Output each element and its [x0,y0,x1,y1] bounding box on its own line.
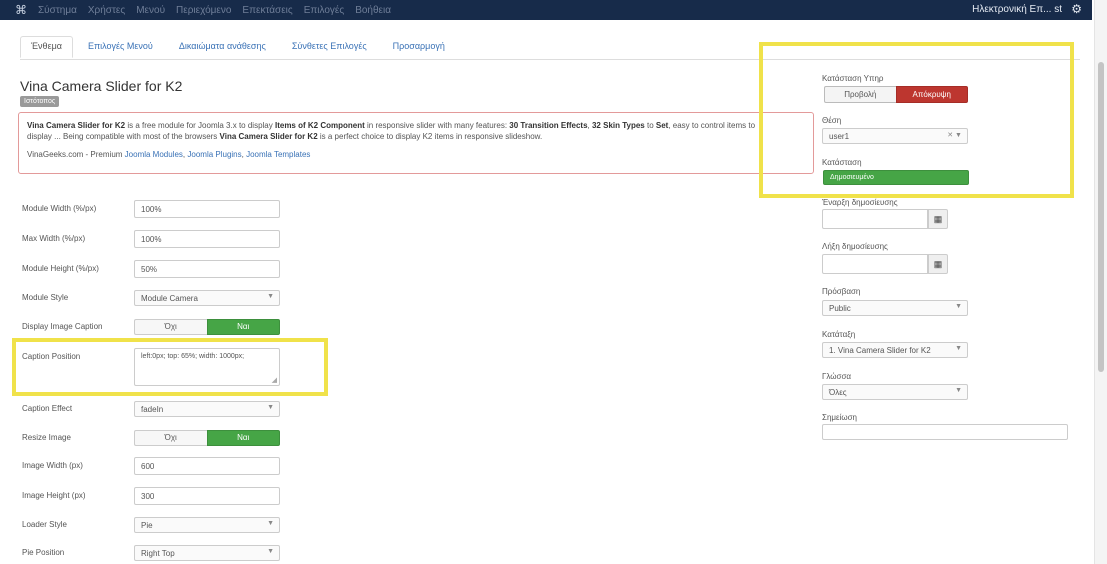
max-width-label: Max Width (%/px) [22,234,86,243]
image-width-label: Image Width (px) [22,461,83,470]
tab-module[interactable]: Ένθεμα [20,36,73,58]
tab-menu-options[interactable]: Επιλογές Μενού [77,36,164,58]
description-box: Vina Camera Slider for K2 is a free modu… [18,112,814,174]
menu-menus[interactable]: Μενού [136,5,165,16]
module-style-select[interactable]: Module Camera ▼ [134,290,280,306]
display-caption-toggle[interactable]: Όχι Ναι [134,319,280,335]
resize-image-toggle[interactable]: Όχι Ναι [134,430,280,446]
tab-assignment[interactable]: Δικαιώματα ανάθεσης [168,36,277,58]
chevron-down-icon: ▼ [267,404,274,411]
menu-extensions[interactable]: Επεκτάσεις [242,5,292,16]
chevron-down-icon: ▼ [955,303,962,310]
loader-style-select[interactable]: Pie ▼ [134,517,280,533]
chevron-down-icon: ▼ [955,345,962,352]
publish-start-input[interactable] [822,209,928,229]
menu-help[interactable]: Βοήθεια [355,5,391,16]
user-menu[interactable]: Ηλεκτρονική Επ... st [972,4,1062,15]
link-joomla-templates[interactable]: Joomla Templates [246,150,310,159]
caption-effect-label: Caption Effect [22,404,73,413]
resize-image-yes[interactable]: Ναι [206,430,280,446]
vinageeks-links: VinaGeeks.com - Premium Joomla Modules, … [27,150,311,159]
ordering-label: Κατάταξη [822,330,856,339]
loader-style-label: Loader Style [22,520,67,529]
page-title: Vina Camera Slider for K2 [20,78,183,94]
menu-content[interactable]: Περιεχόμενο [176,5,231,16]
chevron-down-icon: ▼ [267,520,274,527]
menu-options[interactable]: Επιλογές [304,5,344,16]
calendar-icon[interactable]: ▦ [928,254,948,274]
resize-image-label: Resize Image [22,433,71,442]
description-line-1: Vina Camera Slider for K2 is a free modu… [27,121,756,130]
highlight-box-right [759,42,1074,198]
display-caption-yes[interactable]: Ναι [206,319,280,335]
calendar-icon[interactable]: ▦ [928,209,948,229]
module-style-label: Module Style [22,293,69,302]
publish-finish-input[interactable] [822,254,928,274]
image-height-input[interactable]: 300 [134,487,280,505]
menu-system[interactable]: Σύστημα [38,5,77,16]
access-select[interactable]: Public ▼ [822,300,968,316]
link-joomla-modules[interactable]: Joomla Modules [125,150,183,159]
menu-users[interactable]: Χρήστες [88,5,125,16]
site-badge: Ιστότοπος [20,96,60,107]
top-navbar: ⌘ Σύστημα Χρήστες Μενού Περιεχόμενο Επεκ… [0,0,1092,20]
access-label: Πρόσβαση [822,287,861,296]
tab-customize[interactable]: Προσαρμογή [382,36,456,58]
highlight-box-caption [12,338,328,396]
publish-finish-label: Λήξη δημοσίευσης [822,242,888,251]
note-label: Σημείωση [822,413,857,422]
language-label: Γλώσσα [822,372,852,381]
note-input[interactable] [822,424,1068,440]
module-width-label: Module Width (%/px) [22,204,97,213]
module-height-label: Module Height (%/px) [22,264,99,273]
image-height-label: Image Height (px) [22,491,86,500]
pie-position-select[interactable]: Right Top ▼ [134,545,280,561]
scrollbar-thumb[interactable] [1098,62,1104,372]
module-width-input[interactable]: 100% [134,200,280,218]
chevron-down-icon: ▼ [955,387,962,394]
display-caption-no[interactable]: Όχι [134,319,207,335]
image-width-input[interactable]: 600 [134,457,280,475]
top-menu: Σύστημα Χρήστες Μενού Περιεχόμενο Επεκτά… [38,0,391,20]
joomla-icon[interactable]: ⌘ [14,3,28,17]
gear-icon[interactable]: ⚙ [1071,2,1082,16]
caption-effect-select[interactable]: fadeIn ▼ [134,401,280,417]
module-height-input[interactable]: 50% [134,260,280,278]
chevron-down-icon: ▼ [267,548,274,555]
max-width-input[interactable]: 100% [134,230,280,248]
resize-image-no[interactable]: Όχι [134,430,207,446]
link-joomla-plugins[interactable]: Joomla Plugins [187,150,241,159]
tab-advanced[interactable]: Σύνθετες Επιλογές [281,36,378,58]
description-line-2: display ... Being compatible with most o… [27,132,543,141]
chevron-down-icon: ▼ [267,293,274,300]
display-caption-label: Display Image Caption [22,322,103,331]
ordering-select[interactable]: 1. Vina Camera Slider for K2 ▼ [822,342,968,358]
language-select[interactable]: Όλες ▼ [822,384,968,400]
pie-position-label: Pie Position [22,548,65,557]
